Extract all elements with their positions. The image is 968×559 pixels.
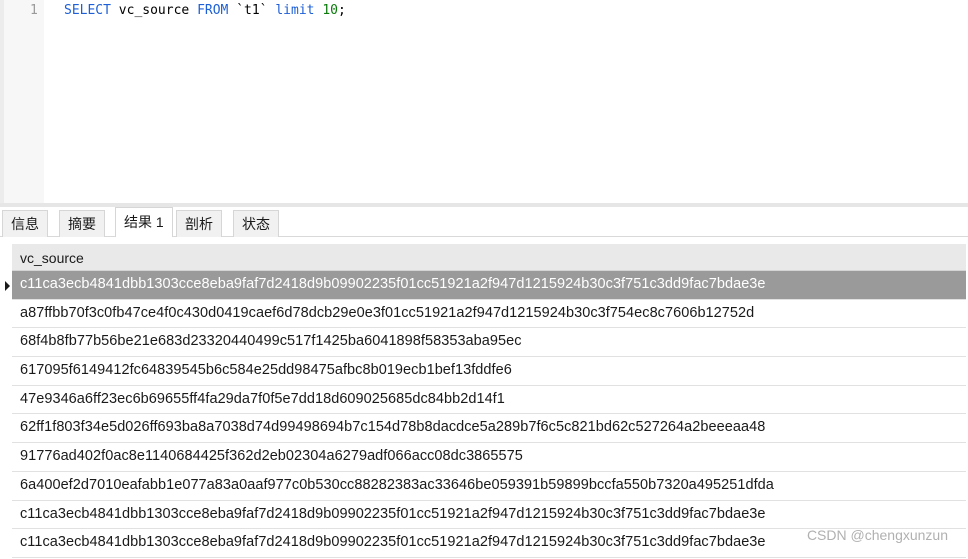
sql-semicolon: ; — [337, 3, 346, 18]
result-grid: vc_source c11ca3ecb4841dbb1303cce8eba9fa… — [0, 237, 968, 559]
line-number: 1 — [30, 3, 38, 18]
sql-limit-count: 10 — [322, 3, 338, 18]
tab-profile[interactable]: 剖析 — [176, 210, 222, 237]
table-cell[interactable]: c11ca3ecb4841dbb1303cce8eba9faf7d2418d9b… — [20, 506, 766, 522]
sql-editor[interactable]: 1 SELECT vc_source FROM `t1` limit 10; — [0, 0, 968, 203]
tab-result-1[interactable]: 结果 1 — [115, 207, 173, 237]
table-row[interactable]: 47e9346a6ff23ec6b69655ff4fa29da7f0f5e7dd… — [12, 385, 966, 415]
tab-summary[interactable]: 摘要 — [59, 210, 105, 237]
table-cell[interactable]: c11ca3ecb4841dbb1303cce8eba9faf7d2418d9b… — [20, 534, 766, 550]
table-row[interactable]: 62ff1f803f34e5d026ff693ba8a7038d74d99498… — [12, 414, 966, 444]
table-cell[interactable]: 62ff1f803f34e5d026ff693ba8a7038d74d99498… — [20, 419, 765, 435]
sql-keyword-limit: limit — [275, 3, 315, 18]
result-tab-bar: 信息 摘要 结果 1 剖析 状态 — [0, 207, 968, 237]
column-header-vc-source[interactable]: vc_source — [12, 244, 966, 271]
sql-keyword-from: FROM — [197, 3, 229, 18]
table-row[interactable]: c11ca3ecb4841dbb1303cce8eba9faf7d2418d9b… — [12, 500, 966, 530]
table-cell[interactable]: a87ffbb70f3c0fb47ce4f0c430d0419caef6d78d… — [20, 305, 754, 321]
table-cell[interactable]: 68f4b8fb77b56be21e683d23320440499c517f14… — [20, 333, 522, 349]
tab-info[interactable]: 信息 — [2, 210, 48, 237]
table-row[interactable]: 91776ad402f0ac8e1140684425f362d2eb02304a… — [12, 443, 966, 472]
sql-column-name: vc_source — [110, 3, 198, 18]
sql-code-line[interactable]: SELECT vc_source FROM `t1` limit 10; — [64, 3, 346, 18]
table-row[interactable]: 68f4b8fb77b56be21e683d23320440499c517f14… — [12, 328, 966, 358]
query-window: 1 SELECT vc_source FROM `t1` limit 10; 信… — [0, 0, 968, 559]
table-cell[interactable]: 617095f6149412fc64839545b6c584e25dd98475… — [20, 362, 512, 378]
table-cell[interactable]: 6a400ef2d7010eafabb1e077a83a0aaf977c0b53… — [20, 477, 774, 493]
result-rows: c11ca3ecb4841dbb1303cce8eba9faf7d2418d9b… — [12, 271, 966, 558]
column-header-label: vc_source — [20, 250, 84, 266]
watermark: CSDN @chengxunzun — [806, 527, 948, 543]
line-gutter — [4, 0, 44, 203]
table-row[interactable]: c11ca3ecb4841dbb1303cce8eba9faf7d2418d9b… — [12, 271, 966, 300]
table-row[interactable]: a87ffbb70f3c0fb47ce4f0c430d0419caef6d78d… — [12, 299, 966, 329]
sql-keyword-select: SELECT — [64, 3, 111, 18]
table-cell[interactable]: 47e9346a6ff23ec6b69655ff4fa29da7f0f5e7dd… — [20, 391, 505, 407]
tab-status[interactable]: 状态 — [233, 210, 279, 237]
sql-table-name: `t1` — [228, 3, 276, 18]
current-row-indicator-icon — [5, 281, 10, 291]
table-row[interactable]: 617095f6149412fc64839545b6c584e25dd98475… — [12, 357, 966, 386]
table-row[interactable]: 6a400ef2d7010eafabb1e077a83a0aaf977c0b53… — [12, 471, 966, 501]
table-cell[interactable]: 91776ad402f0ac8e1140684425f362d2eb02304a… — [20, 448, 523, 464]
table-cell[interactable]: c11ca3ecb4841dbb1303cce8eba9faf7d2418d9b… — [20, 276, 766, 292]
